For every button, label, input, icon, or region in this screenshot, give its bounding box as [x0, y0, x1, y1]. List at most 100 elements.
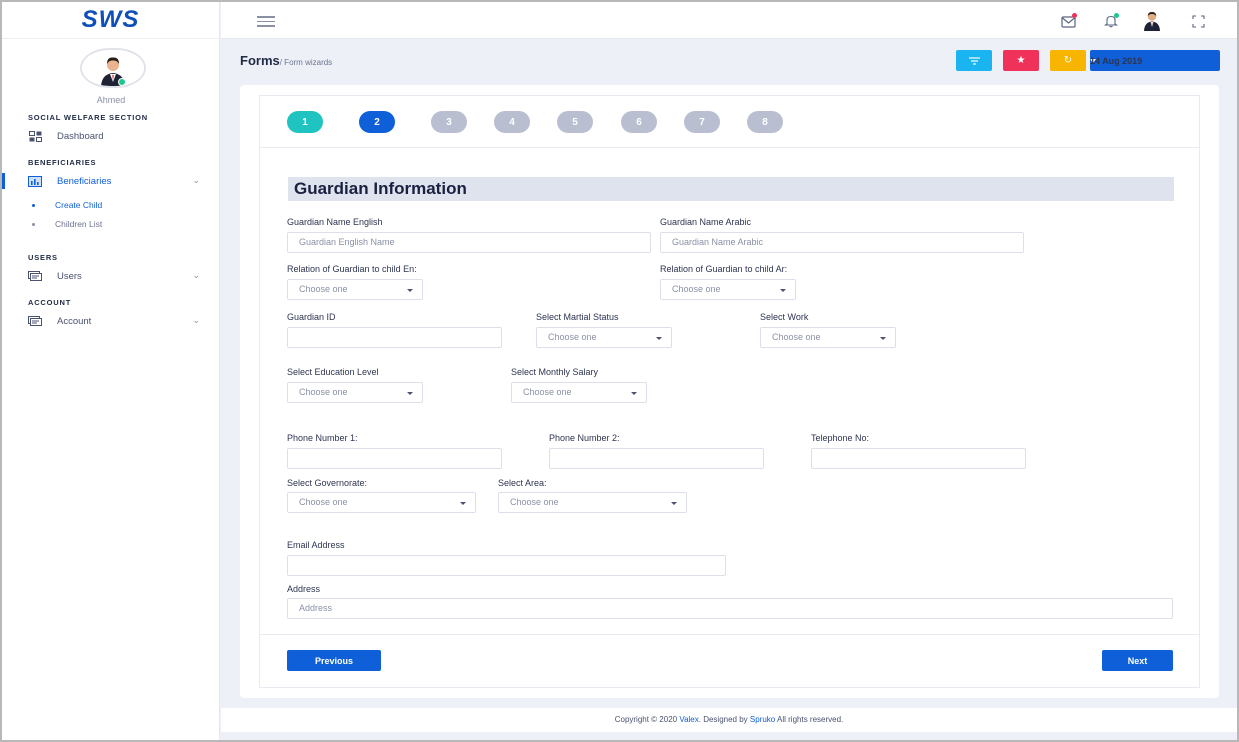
- sidebar-item-account[interactable]: Account ⌄: [28, 313, 208, 329]
- mail-icon[interactable]: [1060, 12, 1078, 30]
- copyright-footer: Copyright © 2020 Valex. Designed by Spru…: [221, 708, 1237, 732]
- phone1-input[interactable]: [287, 448, 502, 469]
- caret-down-icon: [407, 392, 413, 395]
- relation-en-label: Relation of Guardian to child En:: [287, 264, 417, 274]
- date-label: 14 Aug 2019: [1090, 55, 1143, 66]
- form-wizard-card: 1 2 3 4 5 6 7 8 Guardian Information Gua…: [240, 85, 1219, 698]
- step-8[interactable]: 8: [747, 111, 783, 133]
- work-label: Select Work: [760, 312, 809, 322]
- select-value: Choose one: [299, 284, 348, 294]
- star-icon: ★: [1016, 55, 1026, 66]
- governorate-label: Select Governorate:: [287, 478, 368, 488]
- app-frame: SWS Ahmed SOCIAL WELFARE SECTION Dashboa…: [0, 0, 1239, 742]
- top-header: [221, 2, 1237, 39]
- account-icon: [28, 315, 42, 327]
- education-select[interactable]: Choose one: [287, 382, 423, 403]
- step-7[interactable]: 7: [684, 111, 720, 133]
- guardian-name-en-input[interactable]: Guardian English Name: [287, 232, 651, 253]
- section-title-users: USERS: [28, 253, 58, 262]
- guardian-name-en-label: Guardian Name English: [287, 217, 383, 227]
- online-status-dot: [118, 78, 126, 86]
- brand-text: SWS: [81, 6, 140, 33]
- section-title: Guardian Information: [288, 177, 1174, 201]
- phone2-input[interactable]: [549, 448, 764, 469]
- chevron-down-icon: ⌄: [192, 315, 200, 325]
- phone1-label: Phone Number 1:: [287, 433, 358, 443]
- date-dropdown[interactable]: 14 Aug 2019: [1090, 50, 1220, 71]
- email-label: Email Address: [287, 540, 345, 550]
- filter-icon: [968, 56, 980, 65]
- governorate-select[interactable]: Choose one: [287, 492, 476, 513]
- dashboard-icon: [28, 130, 42, 142]
- step-1[interactable]: 1: [287, 111, 323, 133]
- fullscreen-icon[interactable]: [1189, 12, 1207, 30]
- sidebar-subitem-create-child[interactable]: Create Child: [32, 200, 102, 210]
- step-6[interactable]: 6: [621, 111, 657, 133]
- telephone-label: Telephone No:: [811, 433, 870, 443]
- copyright-suffix: All rights reserved.: [775, 715, 844, 724]
- guardian-id-input[interactable]: [287, 327, 502, 348]
- copyright-prefix: Copyright © 2020: [614, 715, 680, 724]
- wizard-steps: 1 2 3 4 5 6 7 8: [260, 96, 1199, 148]
- sidebar-item-label: Account: [57, 315, 92, 327]
- brand-logo[interactable]: SWS: [2, 2, 219, 39]
- relation-ar-select[interactable]: Choose one: [660, 279, 796, 300]
- next-button[interactable]: Next: [1102, 650, 1173, 671]
- menu-icon[interactable]: [257, 16, 275, 30]
- select-value: Choose one: [548, 332, 597, 342]
- step-4[interactable]: 4: [494, 111, 530, 133]
- sidebar-item-label: Users: [57, 270, 82, 282]
- select-value: Choose one: [772, 332, 821, 342]
- relation-en-select[interactable]: Choose one: [287, 279, 423, 300]
- sidebar-item-users[interactable]: Users ⌄: [28, 268, 208, 284]
- salary-label: Select Monthly Salary: [511, 367, 599, 377]
- breadcrumb: / Form wizards: [279, 58, 333, 67]
- caret-down-icon: [780, 289, 786, 292]
- bell-icon[interactable]: [1102, 12, 1120, 30]
- telephone-input[interactable]: [811, 448, 1026, 469]
- work-select[interactable]: Choose one: [760, 327, 896, 348]
- address-label: Address: [287, 584, 321, 594]
- sidebar-subitem-children-list[interactable]: Children List: [32, 219, 102, 229]
- sidebar-item-dashboard[interactable]: Dashboard: [28, 128, 208, 144]
- chevron-down-icon: ⌄: [192, 270, 200, 280]
- designer-link[interactable]: Spruko: [750, 715, 775, 724]
- area-select[interactable]: Choose one: [498, 492, 687, 513]
- caret-down-icon: [656, 337, 662, 340]
- divider: [260, 634, 1199, 635]
- select-value: Choose one: [510, 497, 559, 507]
- caret-down-icon: [631, 392, 637, 395]
- select-value: Choose one: [523, 387, 572, 397]
- email-input[interactable]: [287, 555, 726, 576]
- filter-button[interactable]: [956, 50, 992, 71]
- user-name: Ahmed: [96, 95, 126, 105]
- subitem-label: Children List: [55, 219, 103, 229]
- refresh-button[interactable]: ↻: [1050, 50, 1086, 71]
- area-label: Select Area:: [498, 478, 547, 488]
- sidebar-item-label: Dashboard: [57, 130, 104, 142]
- favorite-button[interactable]: ★: [1003, 50, 1039, 71]
- header-avatar[interactable]: [1140, 10, 1164, 32]
- guardian-name-ar-input[interactable]: Guardian Name Arabic: [660, 232, 1024, 253]
- users-icon: [28, 270, 42, 282]
- marital-status-select[interactable]: Choose one: [536, 327, 672, 348]
- user-avatar-image: [82, 50, 144, 86]
- brand-link[interactable]: Valex: [679, 715, 698, 724]
- caret-down-icon: [407, 289, 413, 292]
- step-2[interactable]: 2: [359, 111, 395, 133]
- salary-select[interactable]: Choose one: [511, 382, 647, 403]
- step-3[interactable]: 3: [431, 111, 467, 133]
- select-value: Choose one: [299, 497, 348, 507]
- previous-button[interactable]: Previous: [287, 650, 381, 671]
- page-title: Forms/ Form wizards: [240, 53, 332, 68]
- sidebar-item-beneficiaries[interactable]: Beneficiaries ⌄: [28, 173, 208, 189]
- address-input[interactable]: Address: [287, 598, 1173, 619]
- refresh-icon: ↻: [1063, 55, 1073, 66]
- guardian-name-ar-label: Guardian Name Arabic: [660, 217, 752, 227]
- phone2-label: Phone Number 2:: [549, 433, 620, 443]
- sidebar-avatar[interactable]: [80, 48, 146, 88]
- caret-down-icon: [671, 502, 677, 505]
- select-value: Choose one: [672, 284, 721, 294]
- step-5[interactable]: 5: [557, 111, 593, 133]
- education-label: Select Education Level: [287, 367, 379, 377]
